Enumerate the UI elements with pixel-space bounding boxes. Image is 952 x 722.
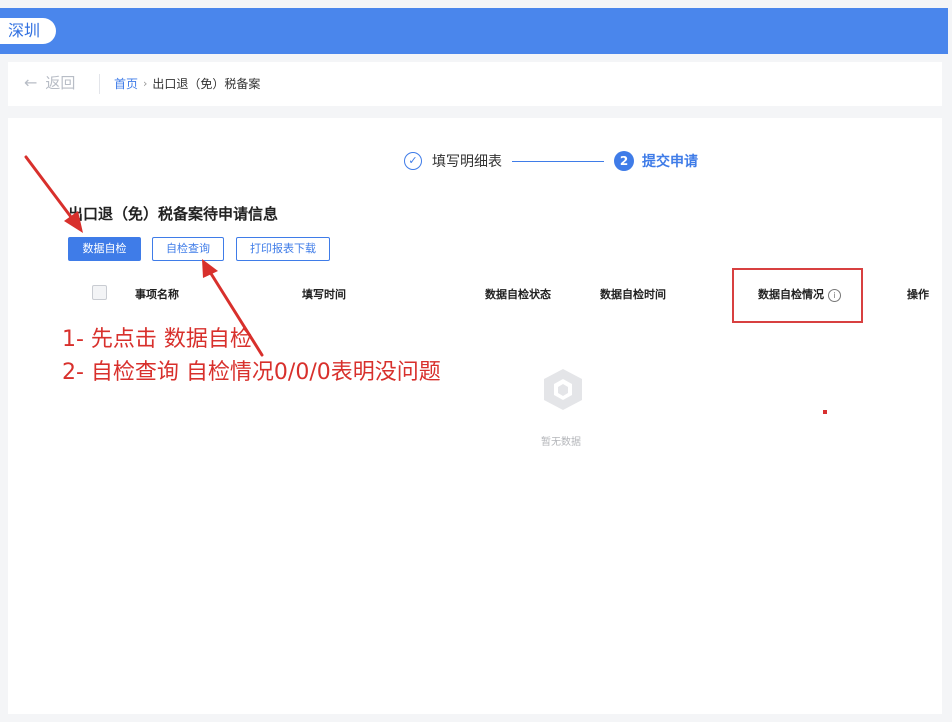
top-header-bar bbox=[0, 8, 948, 54]
city-selector[interactable]: 深圳 bbox=[0, 18, 56, 44]
navigation-bar: ← 返回 首页 › 出口退（免）税备案 bbox=[8, 62, 942, 106]
annotation-step-1: 1- 先点击 数据自检 bbox=[62, 327, 252, 352]
step-2-number: 2 bbox=[614, 151, 634, 171]
back-label: 返回 bbox=[45, 74, 76, 92]
column-header-actions: 操作 bbox=[907, 288, 929, 301]
print-report-download-button[interactable]: 打印报表下载 bbox=[236, 237, 330, 261]
column-header-fill-time: 填写时间 bbox=[302, 288, 346, 301]
column-header-check-time: 数据自检时间 bbox=[600, 288, 666, 301]
self-check-button[interactable]: 数据自检 bbox=[68, 237, 141, 261]
breadcrumb-current: 出口退（免）税备案 bbox=[152, 77, 261, 91]
annotation-highlight-box bbox=[732, 268, 863, 323]
section-title: 出口退（免）税备案待申请信息 bbox=[68, 205, 279, 223]
check-icon: ✓ bbox=[404, 152, 422, 170]
nav-divider bbox=[99, 74, 100, 94]
column-header-check-status: 数据自检状态 bbox=[485, 288, 551, 301]
step-connector bbox=[512, 160, 604, 162]
arrow-left-icon: ← bbox=[24, 73, 38, 92]
select-all-checkbox[interactable] bbox=[92, 285, 107, 300]
breadcrumb-home-link[interactable]: 首页 bbox=[114, 75, 138, 93]
breadcrumb: 首页 › 出口退（免）税备案 bbox=[114, 75, 260, 93]
annotation-step-2: 2- 自检查询 自检情况0/0/0表明没问题 bbox=[62, 360, 441, 385]
empty-state-text: 暂无数据 bbox=[541, 437, 581, 448]
empty-box-icon bbox=[544, 369, 582, 410]
column-header-item-name: 事项名称 bbox=[135, 288, 179, 301]
step-1-label: 填写明细表 bbox=[432, 154, 502, 170]
step-indicator: ✓ 填写明细表 2 提交申请 bbox=[404, 151, 698, 171]
chevron-right-icon: › bbox=[143, 77, 148, 90]
step-2-label: 提交申请 bbox=[642, 154, 698, 170]
back-button[interactable]: ← 返回 bbox=[24, 72, 75, 94]
annotation-dot bbox=[823, 410, 827, 414]
self-check-query-button[interactable]: 自检查询 bbox=[152, 237, 224, 261]
